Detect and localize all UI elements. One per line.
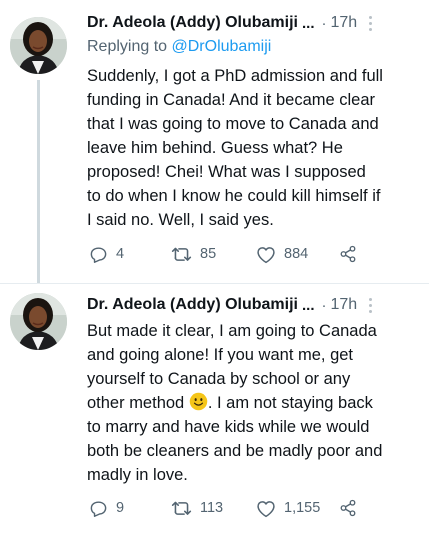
tweet-text-line: that I was going to move to Canada and xyxy=(87,115,379,133)
like-icon xyxy=(257,500,275,517)
tweet-text-line: I said no. Well, I said yes. xyxy=(87,211,274,229)
retweet-icon xyxy=(171,501,192,515)
tweet-text-line: and going alone! If you want me, get xyxy=(87,346,354,364)
tweet-text-line: yourself to Canada by school or any xyxy=(87,370,351,388)
like-button[interactable]: 884 xyxy=(256,243,308,265)
tweet-header: Dr. Adeola (Addy) Olubamiji ... · 17h xyxy=(87,295,421,315)
share-button[interactable] xyxy=(339,497,357,519)
retweet-icon xyxy=(171,247,192,261)
like-icon xyxy=(257,246,275,263)
smiling-face-emoji-icon xyxy=(189,392,208,411)
reply-count: 4 xyxy=(116,246,125,262)
tweet-text-line: Suddenly, I got a PhD admission and full xyxy=(87,67,383,85)
name-truncation: ... xyxy=(301,296,315,314)
tweet-header: Dr. Adeola (Addy) Olubamiji ... · 17h xyxy=(87,13,421,33)
reply-count: 9 xyxy=(116,500,125,516)
author-name[interactable]: Dr. Adeola (Addy) Olubamiji xyxy=(87,14,298,32)
tweet-text-segment: . I am not staying back xyxy=(207,394,373,412)
like-count: 884 xyxy=(284,246,309,262)
header-separator: · xyxy=(321,296,327,314)
reply-icon xyxy=(90,246,107,263)
thread-line xyxy=(37,80,40,283)
reply-button[interactable]: 9 xyxy=(89,497,124,519)
tweet-text-line: But made it clear, I am going to Canada xyxy=(87,322,377,340)
share-icon xyxy=(340,499,356,517)
avatar[interactable] xyxy=(10,17,67,74)
tweet-text-line: madly in love. xyxy=(87,466,188,484)
tweet-text-line: to do when I know he could kill himself … xyxy=(87,187,381,205)
replying-handle-link[interactable]: @DrOlubamiji xyxy=(172,38,272,55)
avatar[interactable] xyxy=(10,293,67,350)
share-button[interactable] xyxy=(339,243,357,265)
tweet-text-line: both be cleaners and be madly poor and xyxy=(87,442,383,460)
tweet-text-line: to marry and have kids while we would xyxy=(87,418,370,436)
more-options-icon[interactable] xyxy=(369,297,373,313)
tweet-text: Suddenly, I got a PhD admission and full… xyxy=(87,64,417,232)
share-icon xyxy=(340,245,356,263)
header-separator: · xyxy=(321,14,327,32)
tweet[interactable]: Dr. Adeola (Addy) Olubamiji ... · 17h Bu… xyxy=(0,284,429,542)
tweet-text-line: funding in Canada! And it became clear xyxy=(87,91,376,109)
retweet-button[interactable]: 113 xyxy=(171,497,223,519)
like-count: 1,155 xyxy=(284,500,321,516)
name-truncation: ... xyxy=(301,14,315,32)
timestamp[interactable]: 17h xyxy=(331,296,358,314)
tweet-text-line: other method . I am not staying back xyxy=(87,391,417,415)
author-name[interactable]: Dr. Adeola (Addy) Olubamiji xyxy=(87,296,298,314)
more-options-icon[interactable] xyxy=(369,15,373,31)
tweet-text: But made it clear, I am going to Canada … xyxy=(87,319,417,487)
action-bar: 4 85 884 xyxy=(89,243,389,265)
replying-prefix: Replying to xyxy=(87,38,168,55)
retweet-button[interactable]: 85 xyxy=(171,243,216,265)
replying-to: Replying to @DrOlubamiji xyxy=(87,38,271,56)
retweet-count: 113 xyxy=(200,500,224,516)
timestamp[interactable]: 17h xyxy=(331,14,358,32)
tweet[interactable]: Dr. Adeola (Addy) Olubamiji ... · 17h Re… xyxy=(0,0,429,283)
tweet-text-line: proposed! Chei! What was I supposed xyxy=(87,163,366,181)
reply-icon xyxy=(90,500,107,517)
like-button[interactable]: 1,155 xyxy=(256,497,320,519)
tweet-text-segment: other method xyxy=(87,394,185,412)
reply-button[interactable]: 4 xyxy=(89,243,124,265)
tweet-text-line: leave him behind. Guess what? He xyxy=(87,139,343,157)
retweet-count: 85 xyxy=(200,246,217,262)
action-bar: 9 113 1,155 xyxy=(89,497,389,519)
